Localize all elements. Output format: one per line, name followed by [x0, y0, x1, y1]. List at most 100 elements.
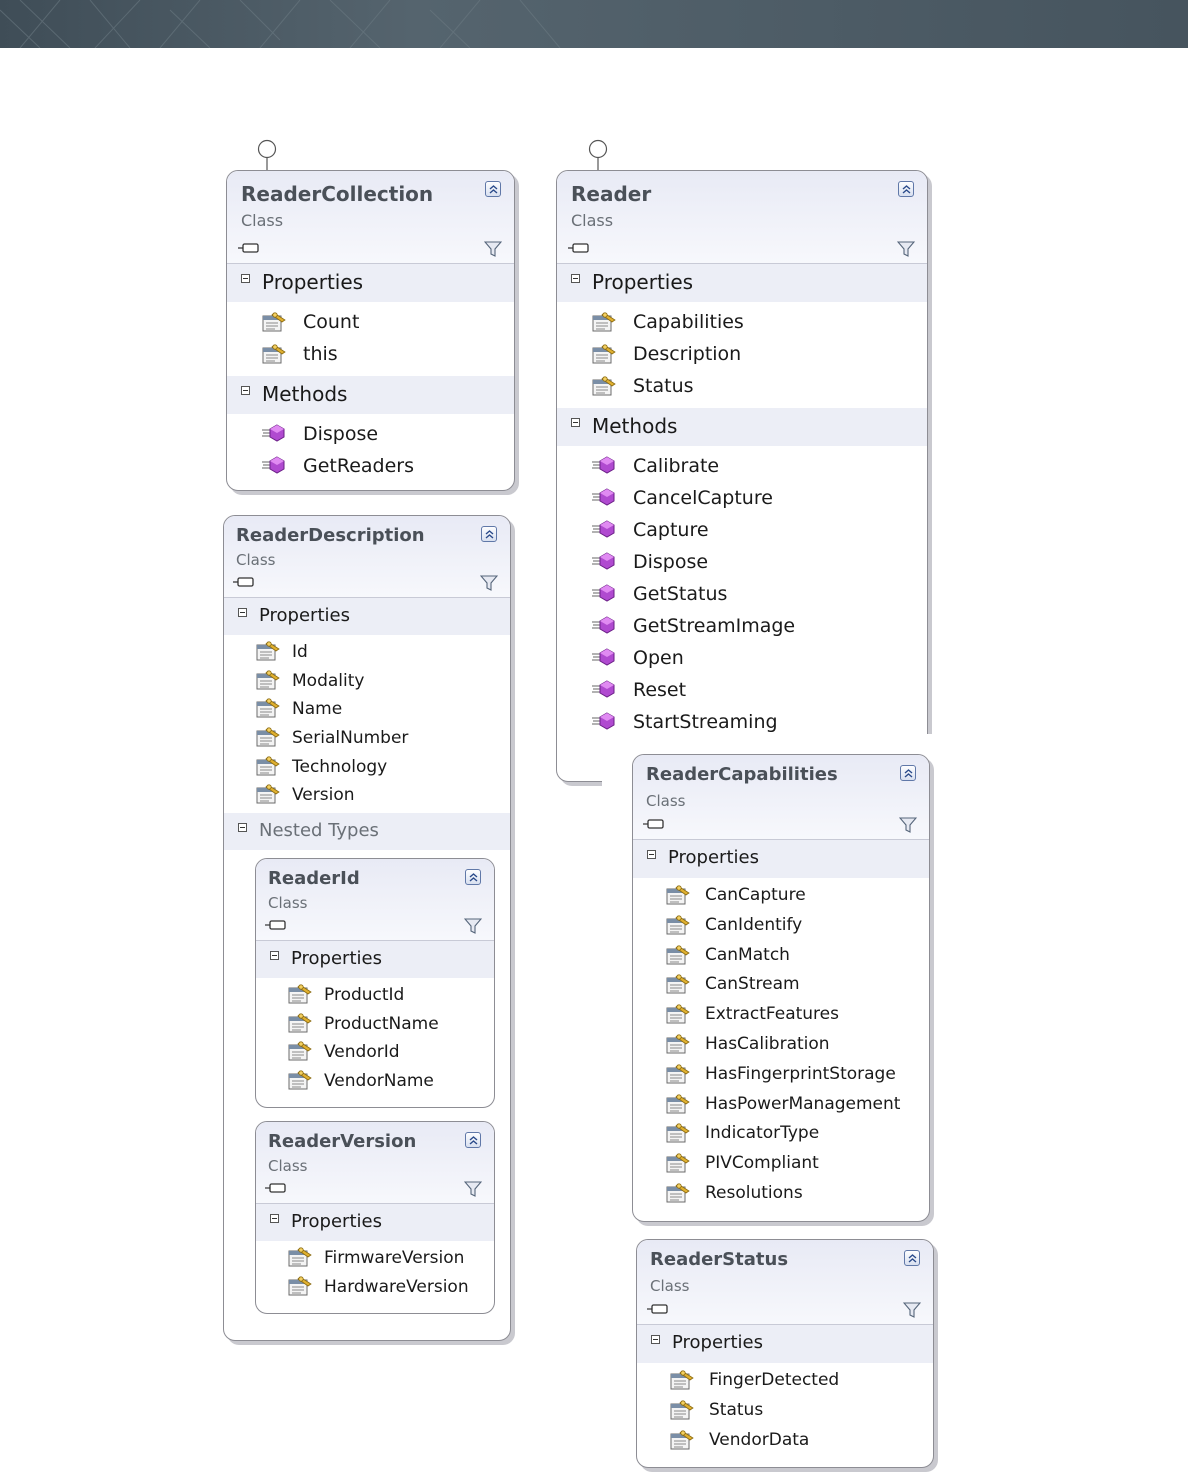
section-properties[interactable]: Properties — [256, 1204, 494, 1241]
member-name: FingerDetected — [709, 1370, 840, 1390]
collapse-section-icon[interactable] — [238, 608, 247, 617]
collapse-chevrons-icon[interactable] — [481, 526, 497, 542]
property-item[interactable]: FingerDetected — [637, 1367, 933, 1397]
property-item[interactable]: Name — [224, 696, 510, 725]
section-label: Nested Types — [259, 820, 379, 842]
section-methods[interactable]: Methods — [557, 408, 927, 446]
property-item[interactable]: PIVCompliant — [633, 1150, 929, 1180]
section-label: Properties — [291, 1211, 382, 1232]
collapse-section-icon[interactable] — [241, 274, 250, 283]
class-header: ReaderCollection Class — [227, 171, 514, 264]
property-item[interactable]: VendorId — [256, 1039, 494, 1068]
filter-icon[interactable] — [483, 240, 503, 262]
collapse-section-icon[interactable] — [651, 1335, 660, 1344]
class-header: ReaderCapabilities Class — [633, 755, 929, 840]
member-name: CanMatch — [705, 944, 790, 965]
member-name: ProductId — [324, 985, 405, 1005]
property-item[interactable]: CanCapture — [633, 882, 929, 912]
property-item[interactable]: Resolutions — [633, 1180, 929, 1210]
collapse-chevrons-icon[interactable] — [900, 765, 916, 781]
member-name: HasFingerprintStorage — [705, 1063, 896, 1084]
collapse-chevrons-icon[interactable] — [485, 181, 501, 197]
filter-icon[interactable] — [479, 574, 499, 596]
collapse-section-icon[interactable] — [238, 823, 247, 833]
property-item[interactable]: VendorData — [637, 1427, 933, 1457]
property-item[interactable]: CanIdentify — [633, 912, 929, 942]
property-item[interactable]: Version — [224, 782, 510, 811]
property-item[interactable]: VendorName — [256, 1068, 494, 1097]
property-icon — [287, 1275, 313, 1301]
section-properties[interactable]: Properties — [633, 840, 929, 878]
collapse-section-icon[interactable] — [241, 386, 250, 395]
collapse-section-icon[interactable] — [270, 1214, 279, 1223]
property-item[interactable]: IndicatorType — [633, 1120, 929, 1150]
interface-lollipop-icon — [257, 139, 277, 172]
property-item[interactable]: Count — [227, 308, 514, 340]
filter-icon[interactable] — [463, 1180, 483, 1202]
collapse-section-icon[interactable] — [571, 418, 580, 427]
section-methods[interactable]: Methods — [227, 376, 514, 414]
class-stereotype: Class — [241, 211, 284, 230]
method-item[interactable]: Open — [557, 644, 927, 676]
property-item[interactable]: this — [227, 340, 514, 372]
method-item[interactable]: Reset — [557, 676, 927, 708]
property-item[interactable]: CanStream — [633, 971, 929, 1001]
method-item[interactable]: CancelCapture — [557, 484, 927, 516]
property-item[interactable]: Status — [637, 1397, 933, 1427]
collapse-chevrons-icon[interactable] — [898, 181, 914, 197]
member-name: SerialNumber — [292, 728, 409, 749]
property-item[interactable]: ProductId — [256, 982, 494, 1011]
collapse-chevrons-icon[interactable] — [904, 1250, 920, 1266]
property-item[interactable]: Capabilities — [557, 308, 927, 340]
property-item[interactable]: CanMatch — [633, 942, 929, 972]
property-item[interactable]: FirmwareVersion — [256, 1245, 494, 1274]
section-nested-types[interactable]: Nested Types — [224, 813, 510, 851]
filter-icon[interactable] — [896, 240, 916, 262]
property-item[interactable]: HasFingerprintStorage — [633, 1061, 929, 1091]
method-item[interactable]: Dispose — [227, 420, 514, 452]
method-icon — [591, 647, 617, 673]
method-item[interactable]: GetStreamImage — [557, 612, 927, 644]
class-name: Reader — [571, 182, 652, 206]
collapse-chevrons-icon[interactable] — [465, 869, 481, 885]
filter-icon[interactable] — [898, 816, 918, 838]
member-name: Description — [633, 343, 742, 365]
section-properties[interactable]: Properties — [224, 598, 510, 635]
property-item[interactable]: Status — [557, 372, 927, 404]
member-name: Capture — [633, 519, 709, 541]
property-item[interactable]: HasCalibration — [633, 1031, 929, 1061]
property-item[interactable]: ExtractFeatures — [633, 1001, 929, 1031]
property-item[interactable]: Id — [224, 639, 510, 668]
property-item[interactable]: Description — [557, 340, 927, 372]
method-item[interactable]: GetReaders — [227, 452, 514, 484]
collapse-chevrons-icon[interactable] — [465, 1132, 481, 1148]
section-properties[interactable]: Properties — [637, 1325, 933, 1363]
property-item[interactable]: HasPowerManagement — [633, 1091, 929, 1121]
method-item[interactable]: GetStatus — [557, 580, 927, 612]
property-icon — [287, 983, 313, 1009]
class-box-reader-status: ReaderStatus Class Properties FingerDetec… — [636, 1239, 934, 1468]
section-properties[interactable]: Properties — [557, 264, 927, 302]
section-properties[interactable]: Properties — [227, 264, 514, 302]
filter-icon[interactable] — [902, 1301, 922, 1323]
property-item[interactable]: Technology — [224, 754, 510, 783]
property-item[interactable]: ProductName — [256, 1011, 494, 1040]
method-item[interactable]: Dispose — [557, 548, 927, 580]
class-name: ReaderId — [268, 868, 360, 889]
member-name: CancelCapture — [633, 487, 773, 509]
property-item[interactable]: SerialNumber — [224, 725, 510, 754]
method-icon — [591, 519, 617, 545]
filter-icon[interactable] — [463, 917, 483, 939]
collapse-section-icon[interactable] — [571, 274, 580, 283]
property-icon — [287, 1069, 313, 1095]
class-name: ReaderVersion — [268, 1131, 417, 1152]
collapse-section-icon[interactable] — [647, 850, 656, 859]
property-item[interactable]: HardwareVersion — [256, 1274, 494, 1303]
property-icon — [287, 1246, 313, 1272]
collapse-section-icon[interactable] — [270, 951, 279, 960]
property-item[interactable]: Modality — [224, 668, 510, 697]
method-item[interactable]: Calibrate — [557, 452, 927, 484]
section-properties[interactable]: Properties — [256, 941, 494, 978]
member-name: Technology — [292, 756, 388, 777]
method-item[interactable]: Capture — [557, 516, 927, 548]
